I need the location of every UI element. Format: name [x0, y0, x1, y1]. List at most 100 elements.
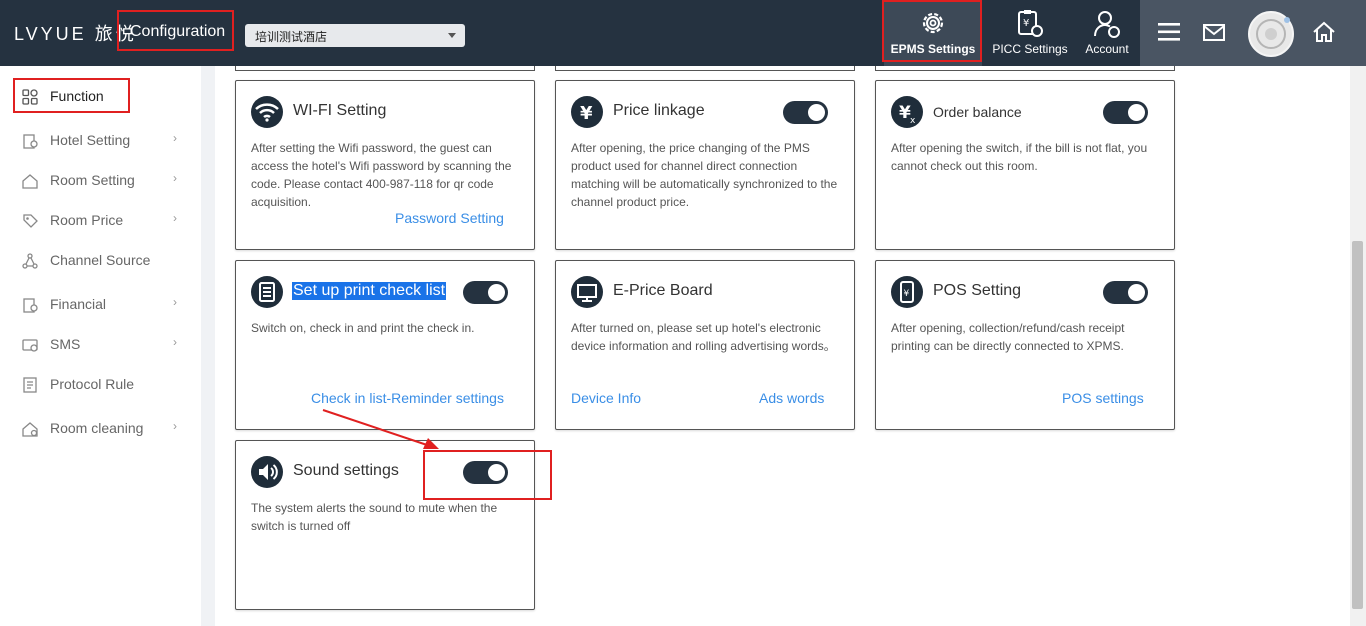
sidebar-item-sms[interactable]: SMS › — [22, 333, 192, 357]
top-bar: LVYUE 旅悦 Configuration 培训测试酒店 EPMS Setti… — [0, 0, 1366, 66]
card-partial — [555, 66, 855, 71]
card-title: WI-FI Setting — [293, 102, 387, 119]
card-description: After turned on, please set up hotel's e… — [571, 321, 836, 353]
hotel-select[interactable]: 培训测试酒店 — [245, 24, 465, 47]
chevron-right-icon: › — [173, 419, 177, 433]
card-print-check-list: Set up print check list Switch on, check… — [235, 260, 535, 430]
card-title: POS Setting — [933, 282, 1022, 299]
sidebar-item-room-price[interactable]: Room Price › — [22, 209, 192, 233]
print-check-list-toggle[interactable] — [463, 281, 508, 304]
highlight-box-function — [13, 78, 130, 113]
clipboard-settings-icon: ¥ — [1018, 10, 1043, 37]
notification-dot — [1284, 17, 1290, 23]
highlight-box-epms — [882, 0, 982, 62]
toggle-knob — [808, 104, 825, 121]
chevron-down-icon — [448, 33, 456, 38]
card-order-balance: ¥ x Order balance After opening the switc… — [875, 80, 1175, 250]
receipt-icon — [251, 276, 283, 308]
sms-icon — [22, 339, 38, 352]
channel-icon — [22, 253, 38, 269]
ads-words-link[interactable]: Ads words — [759, 390, 824, 406]
chevron-right-icon: › — [173, 335, 177, 349]
toggle-knob — [488, 284, 505, 301]
mail-icon[interactable] — [1203, 24, 1225, 41]
protocol-icon — [23, 377, 37, 393]
order-balance-toggle[interactable] — [1103, 101, 1148, 124]
pos-setting-toggle[interactable] — [1103, 281, 1148, 304]
pos-terminal-icon: ¥ — [891, 276, 923, 308]
sidebar-item-label: Channel Source — [50, 252, 151, 268]
sidebar-item-label: Room Setting — [50, 172, 135, 188]
sidebar-item-hotel-setting[interactable]: Hotel Setting › — [22, 129, 192, 153]
menu-icon[interactable] — [1158, 22, 1180, 42]
hotel-select-value: 培训测试酒店 — [255, 30, 328, 44]
card-e-price-board: E-Price Board After turned on, please se… — [555, 260, 855, 430]
card-price-linkage: ¥ Price linkage After opening, the price… — [555, 80, 855, 250]
monitor-icon — [571, 276, 603, 308]
card-title: Price linkage — [613, 102, 705, 119]
sidebar-item-label: Financial — [50, 296, 107, 312]
chevron-right-icon: › — [173, 295, 177, 309]
check-in-reminder-link[interactable]: Check in list-Reminder settings — [311, 390, 504, 406]
yen-x-icon: ¥ x — [891, 96, 923, 128]
card-description: After opening the switch, if the bill is… — [891, 141, 1148, 173]
sidebar-item-room-cleaning[interactable]: Room cleaning › — [22, 417, 192, 441]
price-linkage-toggle[interactable] — [783, 101, 828, 124]
card-description: Switch on, check in and print the check … — [251, 321, 475, 335]
sidebar-item-label: Room cleaning — [50, 420, 144, 436]
pos-settings-link[interactable]: POS settings — [1062, 390, 1144, 406]
chevron-right-icon: › — [173, 211, 177, 225]
toggle-knob — [1128, 284, 1145, 301]
picc-settings-label: PICC Settings — [992, 42, 1068, 56]
sidebar-item-room-setting[interactable]: Room Setting › — [22, 169, 192, 193]
scrollbar-thumb[interactable] — [1352, 241, 1363, 609]
toggle-knob — [1128, 104, 1145, 121]
highlight-box-sound-toggle — [423, 450, 552, 500]
vertical-scrollbar[interactable] — [1350, 66, 1366, 626]
sidebar-item-protocol-rule[interactable]: Protocol Rule — [22, 373, 192, 397]
user-settings-icon — [1094, 11, 1120, 38]
sidebar-item-label: Room Price — [50, 212, 124, 228]
card-title: E-Price Board — [613, 282, 713, 299]
account-button[interactable]: Account — [1078, 0, 1136, 66]
card-wifi-setting: WI-FI Setting After setting the Wifi pas… — [235, 80, 535, 250]
card-description: After setting the Wifi password, the gue… — [251, 141, 512, 209]
sidebar-item-label: Hotel Setting — [50, 132, 131, 148]
sidebar-item-channel-source[interactable]: Channel Source — [22, 249, 192, 273]
sidebar-item-financial[interactable]: Financial › — [22, 293, 192, 317]
card-partial — [235, 66, 535, 71]
svg-text:¥: ¥ — [1023, 18, 1029, 29]
svg-text:x: x — [910, 116, 916, 126]
card-description: After opening, the price changing of the… — [571, 141, 838, 209]
picc-settings-button[interactable]: ¥ PICC Settings — [987, 0, 1073, 66]
card-description: The system alerts the sound to mute when… — [251, 501, 498, 533]
yen-icon: ¥ — [571, 96, 603, 128]
chevron-right-icon: › — [173, 131, 177, 145]
cleaning-icon — [22, 422, 38, 437]
svg-text:¥: ¥ — [904, 289, 910, 299]
avatar[interactable] — [1248, 11, 1294, 57]
card-title: Sound settings — [293, 462, 399, 479]
hotel-icon — [23, 134, 38, 149]
sidebar-item-label: SMS — [50, 336, 81, 352]
card-description: After opening, collection/refund/cash re… — [891, 321, 1125, 353]
highlight-box-title — [117, 10, 234, 51]
device-info-link[interactable]: Device Info — [571, 390, 641, 406]
svg-text:¥: ¥ — [580, 103, 593, 124]
chevron-right-icon: › — [173, 171, 177, 185]
room-icon — [22, 174, 38, 189]
card-partial — [875, 66, 1175, 71]
card-title: Set up print check list — [292, 282, 447, 300]
password-setting-link[interactable]: Password Setting — [395, 210, 504, 226]
card-pos-setting: ¥ POS Setting After opening, collection/… — [875, 260, 1175, 430]
sidebar-item-label: Protocol Rule — [50, 376, 135, 392]
speaker-icon — [251, 456, 283, 488]
main-content: WI-FI Setting After setting the Wifi pas… — [215, 66, 1350, 626]
annotation-arrow — [322, 409, 439, 449]
home-icon[interactable] — [1312, 21, 1336, 43]
price-tag-icon — [23, 214, 38, 228]
sidebar: Function Hotel Setting › Room Setting › … — [0, 66, 201, 626]
account-label: Account — [1085, 42, 1129, 56]
card-title: Order balance — [933, 104, 1022, 120]
wifi-icon — [251, 96, 283, 128]
